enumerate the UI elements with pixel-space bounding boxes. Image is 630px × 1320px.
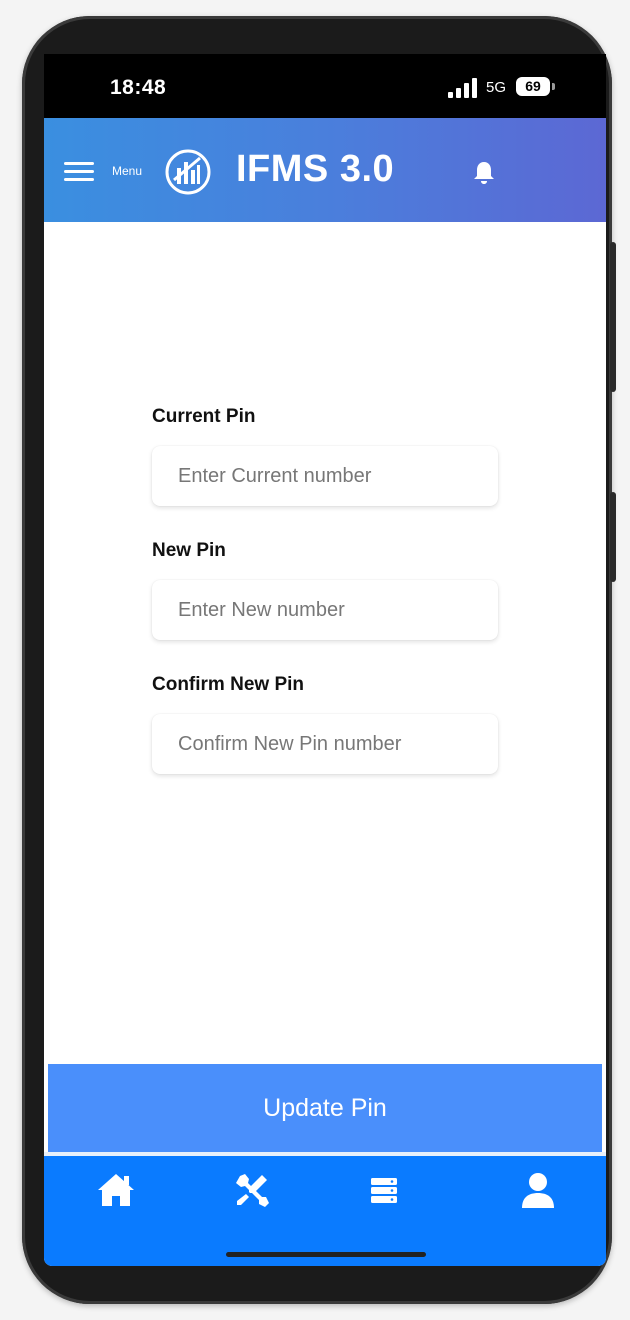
home-indicator[interactable]: [226, 1252, 426, 1257]
power-button: [610, 492, 616, 582]
current-pin-field: [152, 446, 498, 506]
battery-tip: [552, 83, 555, 90]
update-pin-label: Update Pin: [263, 1093, 387, 1122]
bell-icon[interactable]: [472, 160, 496, 186]
menu-label[interactable]: Menu: [112, 164, 142, 178]
new-pin-label: New Pin: [152, 540, 226, 561]
current-pin-label: Current Pin: [152, 406, 256, 427]
screen: 18:48 5G 69 Menu IFMS 3.0 Current Pin Ne…: [44, 54, 606, 1266]
signal-icon: [448, 78, 484, 98]
new-pin-input[interactable]: [152, 580, 478, 640]
confirm-pin-label: Confirm New Pin: [152, 674, 305, 695]
new-pin-field: [152, 580, 498, 640]
volume-button: [610, 242, 616, 392]
bottom-nav: [44, 1156, 606, 1266]
user-icon[interactable]: [518, 1170, 558, 1210]
confirm-pin-input[interactable]: [152, 714, 478, 774]
app-logo-icon: [165, 149, 211, 195]
home-icon[interactable]: [96, 1170, 136, 1210]
status-bar: 18:48 5G 69: [44, 54, 606, 118]
update-pin-button[interactable]: Update Pin: [48, 1064, 602, 1152]
server-icon[interactable]: [364, 1170, 404, 1210]
tools-icon[interactable]: [232, 1170, 272, 1210]
battery-icon: 69: [516, 77, 550, 96]
menu-icon[interactable]: [64, 162, 94, 182]
app-header: Menu IFMS 3.0: [44, 118, 606, 222]
current-pin-input[interactable]: [152, 446, 478, 506]
status-time: 18:48: [110, 76, 167, 99]
network-type: 5G: [486, 79, 507, 96]
confirm-pin-field: [152, 714, 498, 774]
app-title: IFMS 3.0: [236, 148, 395, 190]
